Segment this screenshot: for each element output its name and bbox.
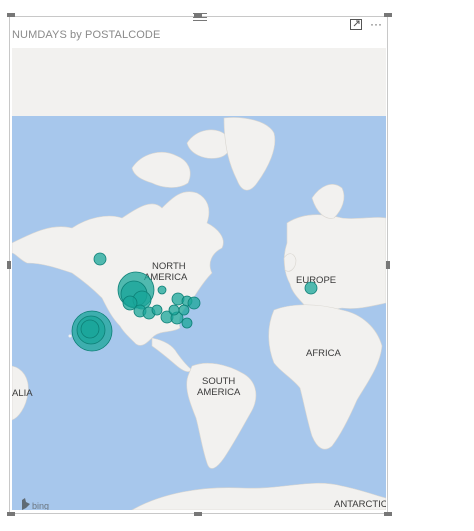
- focus-mode-icon[interactable]: [349, 18, 363, 30]
- bubble-alaska[interactable]: [93, 252, 107, 266]
- bubble-east-2[interactable]: [178, 304, 190, 316]
- resize-handle-bottom-left[interactable]: [7, 512, 15, 516]
- label-antarctica: ANTARCTIC: [334, 499, 386, 510]
- resize-handle-bottom[interactable]: [194, 512, 202, 516]
- resize-handle-top[interactable]: [194, 13, 202, 17]
- label-africa: AFRICA: [306, 348, 342, 359]
- map-canvas[interactable]: NORTH AMERICA SOUTH AMERICA EUROPE AFRIC…: [12, 48, 386, 510]
- label-australia-partial: ALIA: [12, 388, 33, 399]
- map-visual[interactable]: ··· NUMDAYS by POSTALCODE NORTH AMERICA …: [9, 13, 388, 514]
- bubble-southwest-2[interactable]: [151, 304, 163, 316]
- bubble-gulf[interactable]: [181, 317, 193, 329]
- bubble-hawaii-small[interactable]: [80, 319, 100, 339]
- world-map: NORTH AMERICA SOUTH AMERICA EUROPE AFRIC…: [12, 116, 386, 510]
- bubble-east-1[interactable]: [187, 296, 201, 310]
- resize-handle-right[interactable]: [386, 261, 390, 269]
- resize-handle-left[interactable]: [7, 261, 11, 269]
- bubble-texas-3[interactable]: [168, 304, 180, 316]
- visual-title: NUMDAYS by POSTALCODE: [12, 29, 161, 41]
- bing-attribution-text: bing: [32, 501, 49, 510]
- focus-mode-glyph: [350, 18, 362, 30]
- resize-handle-top-right[interactable]: [384, 13, 392, 17]
- resize-handle-bottom-right[interactable]: [384, 512, 392, 516]
- bubble-europe[interactable]: [304, 281, 318, 295]
- label-south-america-line2: AMERICA: [197, 387, 241, 398]
- land-europe: [283, 214, 386, 312]
- resize-handle-top-left[interactable]: [7, 13, 15, 17]
- label-south-america-line1: SOUTH: [202, 376, 235, 387]
- label-north-america-line1: NORTH: [152, 261, 186, 272]
- bubble-canada-1[interactable]: [157, 285, 167, 295]
- more-options-icon[interactable]: ···: [369, 17, 383, 31]
- visual-header-toolbar: ···: [349, 17, 383, 31]
